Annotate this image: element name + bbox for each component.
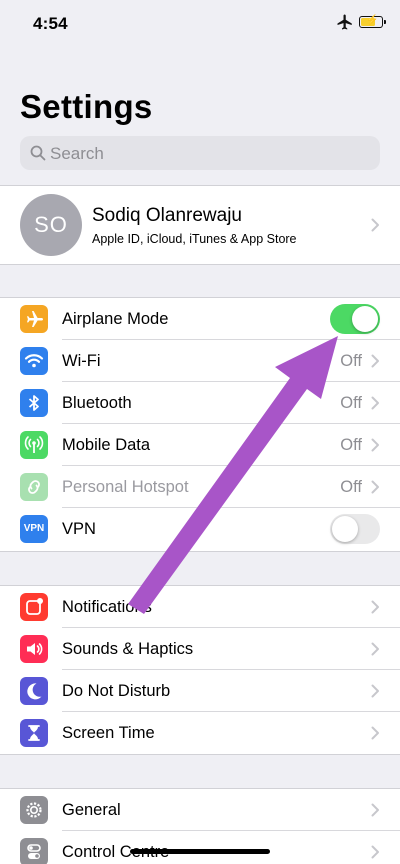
search-icon <box>30 145 46 161</box>
settings-row-label: Notifications <box>62 598 152 616</box>
profile-subtitle: Apple ID, iCloud, iTunes & App Store <box>92 232 297 246</box>
settings-row-label: Do Not Disturb <box>62 682 171 700</box>
moon-icon <box>20 677 48 705</box>
settings-row-label: Mobile Data <box>62 436 151 454</box>
chevron-right-icon <box>371 396 379 410</box>
settings-row-control-centre[interactable]: Control Centre <box>0 831 400 864</box>
settings-row-general[interactable]: General <box>0 789 400 831</box>
vpn-icon-text: VPN <box>23 523 45 534</box>
wifi-icon <box>20 347 48 375</box>
connectivity-group: Airplane Mode Wi-Fi Off Bluetooth Off Mo… <box>0 297 400 552</box>
battery-icon: ⚡ <box>359 16 386 28</box>
settings-row-label: Personal Hotspot <box>62 478 189 496</box>
settings-row-label: Bluetooth <box>62 394 132 412</box>
settings-row-label: Screen Time <box>62 724 155 742</box>
settings-row-bluetooth[interactable]: Bluetooth Off <box>0 382 400 424</box>
chevron-right-icon <box>371 480 379 494</box>
bluetooth-icon <box>20 389 48 417</box>
settings-row-notifications[interactable]: Notifications <box>0 586 400 628</box>
settings-row-value: Off <box>340 478 362 496</box>
search-input[interactable]: Search <box>20 136 380 170</box>
chevron-right-icon <box>371 438 379 452</box>
settings-row-vpn[interactable]: VPN VPN <box>0 508 400 550</box>
profile-group: SO Sodiq Olanrewaju Apple ID, iCloud, iT… <box>0 185 400 265</box>
chevron-right-icon <box>371 218 379 232</box>
vpn-toggle[interactable] <box>330 514 380 544</box>
notifications-group: Notifications Sounds & Haptics Do Not Di… <box>0 585 400 755</box>
settings-row-label: General <box>62 801 121 819</box>
settings-row-wifi[interactable]: Wi-Fi Off <box>0 340 400 382</box>
chevron-right-icon <box>371 354 379 368</box>
settings-row-mobile-data[interactable]: Mobile Data Off <box>0 424 400 466</box>
gear-icon <box>20 796 48 824</box>
settings-row-value: Off <box>340 352 362 370</box>
chevron-right-icon <box>371 845 379 859</box>
settings-row-label: Airplane Mode <box>62 310 169 328</box>
settings-row-label: Wi-Fi <box>62 352 101 370</box>
speaker-icon <box>20 635 48 663</box>
switches-icon <box>20 838 48 864</box>
airplane-mode-toggle[interactable] <box>330 304 380 334</box>
settings-row-personal-hotspot[interactable]: Personal Hotspot Off <box>0 466 400 508</box>
settings-row-label: VPN <box>62 520 96 538</box>
settings-row-do-not-disturb[interactable]: Do Not Disturb <box>0 670 400 712</box>
hotspot-icon <box>20 473 48 501</box>
profile-name: Sodiq Olanrewaju <box>92 205 242 226</box>
chevron-right-icon <box>371 803 379 817</box>
chevron-right-icon <box>371 642 379 656</box>
settings-row-airplane-mode[interactable]: Airplane Mode <box>0 298 400 340</box>
vpn-icon: VPN <box>20 515 48 543</box>
settings-row-screen-time[interactable]: Screen Time <box>0 712 400 754</box>
page-title: Settings <box>20 88 153 125</box>
settings-row-label: Sounds & Haptics <box>62 640 194 658</box>
avatar: SO <box>20 194 82 256</box>
hourglass-icon <box>20 719 48 747</box>
home-indicator <box>130 849 270 854</box>
status-bar: 4:54 ⚡ <box>0 0 400 50</box>
profile-row[interactable]: SO Sodiq Olanrewaju Apple ID, iCloud, iT… <box>0 186 400 264</box>
status-airplane-icon <box>337 14 352 30</box>
chevron-right-icon <box>371 600 379 614</box>
notifications-icon <box>20 593 48 621</box>
settings-row-value: Off <box>340 394 362 412</box>
chevron-right-icon <box>371 684 379 698</box>
antenna-icon <box>20 431 48 459</box>
airplane-icon <box>20 305 48 333</box>
chevron-right-icon <box>371 726 379 740</box>
status-time: 4:54 <box>33 14 68 33</box>
settings-row-value: Off <box>340 436 362 454</box>
settings-row-sounds-haptics[interactable]: Sounds & Haptics <box>0 628 400 670</box>
search-placeholder: Search <box>50 144 104 163</box>
